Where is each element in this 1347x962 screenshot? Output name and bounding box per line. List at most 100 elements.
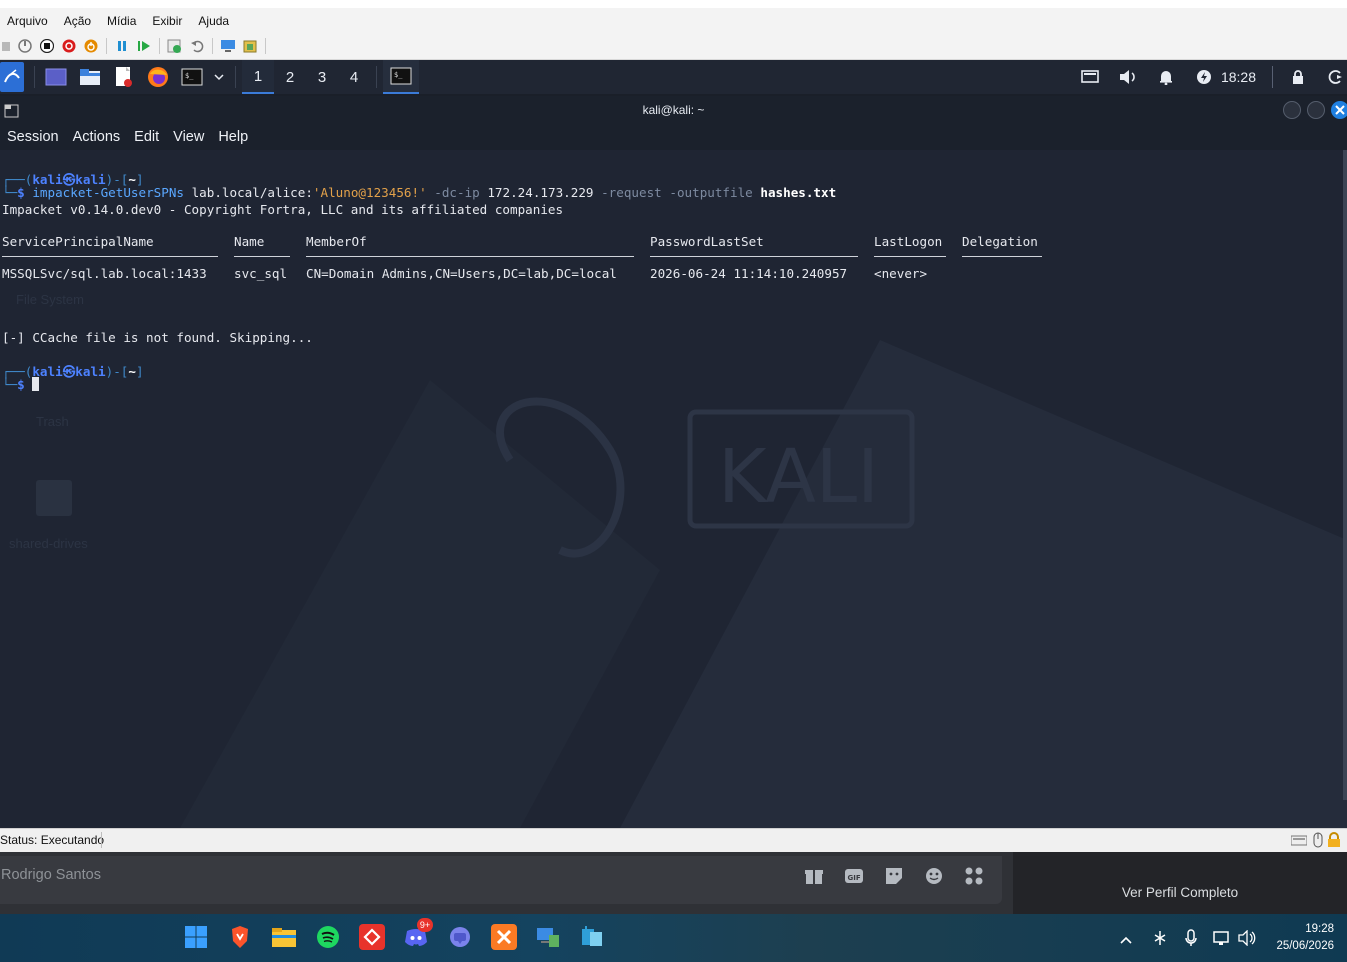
hyperv-manager-icon[interactable] [535, 924, 561, 950]
active-prompt[interactable]: └─$ [2, 377, 40, 392]
discord-badge: 9+ [417, 918, 433, 932]
menu-view[interactable]: View [166, 129, 211, 145]
host-menu-arquivo[interactable]: Arquivo [0, 14, 56, 28]
chevron-down-icon[interactable] [213, 66, 225, 88]
revert-icon[interactable] [188, 37, 206, 55]
logout-icon[interactable] [1325, 66, 1347, 88]
microphone-icon[interactable] [1184, 929, 1198, 951]
windows-taskbar: 9+ 19:28 25/06/2026 [0, 914, 1347, 962]
text-editor-icon[interactable] [113, 66, 135, 88]
notifications-icon[interactable] [1155, 66, 1177, 88]
file-manager-icon[interactable] [79, 66, 101, 88]
shutdown-icon[interactable] [82, 37, 100, 55]
terminal-titlebar[interactable]: kali@kali: ~ [0, 96, 1347, 124]
profile-panel: Ver Perfil Completo [1013, 852, 1347, 914]
ctrl-alt-del-icon[interactable] [2, 37, 12, 55]
lock-icon [1327, 832, 1341, 851]
maximize-button[interactable] [1307, 101, 1325, 119]
checkpoint-icon[interactable] [166, 37, 184, 55]
workspace-4[interactable]: 4 [338, 60, 370, 94]
svg-text:$_: $_ [394, 71, 403, 79]
keyboard-icon [1290, 834, 1308, 849]
sticker-icon[interactable] [884, 866, 904, 890]
vm-host-titlebar [0, 0, 1347, 8]
terminal-task-icon[interactable]: $_ [383, 60, 419, 94]
teams-icon[interactable] [447, 924, 473, 950]
show-hidden-icons-icon[interactable] [1119, 930, 1133, 949]
network-icon[interactable] [1213, 930, 1231, 950]
lock-screen-icon[interactable] [1287, 66, 1309, 88]
file-explorer-icon[interactable] [271, 924, 297, 950]
volume-icon[interactable] [1117, 66, 1139, 88]
brave-icon[interactable] [227, 924, 253, 950]
svg-text:$_: $_ [185, 72, 194, 80]
workspace-3[interactable]: 3 [306, 60, 338, 94]
menu-actions[interactable]: Actions [66, 129, 128, 145]
xampp-icon[interactable] [491, 924, 517, 950]
close-button[interactable] [1331, 101, 1347, 119]
vm-connection-icon[interactable] [579, 924, 605, 950]
table-cell: 2026-06-24 11:14:10.240957 [650, 266, 848, 281]
speaker-icon[interactable] [1238, 929, 1256, 950]
terminal-scrollbar[interactable] [1343, 150, 1347, 800]
impacket-banner: Impacket v0.14.0.dev0 - Copyright Fortra… [2, 202, 564, 217]
host-menu-midia[interactable]: Mídia [99, 14, 144, 28]
vm-status-text: Status: Executando [0, 833, 105, 847]
kali-wallpaper: KALI File System Trash shared-drives [9, 292, 1347, 828]
kali-top-panel: $_ 1 2 3 4 $_ 18:28 [0, 60, 1347, 94]
mouse-icon [1313, 832, 1323, 851]
firefox-icon[interactable] [147, 66, 169, 88]
message-input[interactable]: Rodrigo Santos GIF [0, 856, 1002, 904]
kali-menu-icon[interactable] [0, 62, 24, 92]
taskbar-date[interactable]: 25/06/2026 [1262, 940, 1334, 952]
table-header: PasswordLastSet [650, 234, 764, 249]
desktop-label-shared-drives: shared-drives [9, 536, 88, 551]
table-cell: <never> [874, 266, 928, 281]
table-divider [962, 256, 1042, 257]
table-divider [874, 256, 946, 257]
menu-help[interactable]: Help [211, 129, 255, 145]
spotify-icon[interactable] [315, 924, 341, 950]
workspace-1[interactable]: 1 [242, 60, 274, 94]
minimize-button[interactable] [1283, 101, 1301, 119]
apps-icon[interactable] [964, 866, 984, 890]
discord-icon[interactable]: 9+ [403, 918, 433, 950]
table-divider [306, 256, 634, 257]
table-cell: CN=Domain Admins,CN=Users,DC=lab,DC=loca… [306, 266, 617, 281]
start-icon[interactable] [16, 37, 34, 55]
share-icon[interactable] [241, 37, 259, 55]
pause-icon[interactable] [113, 37, 131, 55]
power-manager-icon[interactable] [1193, 66, 1215, 88]
stop-icon[interactable] [38, 37, 56, 55]
desktop-label-trash: Trash [36, 414, 69, 429]
turn-off-icon[interactable] [60, 37, 78, 55]
enhanced-session-icon[interactable] [219, 37, 237, 55]
terminal-output[interactable]: KALI File System Trash shared-drives ┌──… [0, 150, 1347, 828]
anydesk-icon[interactable] [359, 924, 385, 950]
terminal-launcher-icon[interactable]: $_ [181, 66, 203, 88]
windows-start-icon[interactable] [183, 924, 209, 950]
panel-clock[interactable]: 18:28 [1221, 69, 1256, 85]
table-header: Name [234, 234, 265, 249]
table-cell: MSSQLSvc/sql.lab.local:1433 [2, 266, 207, 281]
vm-host-window: Arquivo Ação Mídia Exibir Ajuda [0, 0, 1347, 60]
close-icon [1335, 105, 1345, 115]
table-header: Delegation [962, 234, 1038, 249]
host-menu-acao[interactable]: Ação [56, 14, 99, 28]
resume-icon[interactable] [135, 37, 153, 55]
menu-session[interactable]: Session [0, 129, 66, 145]
host-menu-exibir[interactable]: Exibir [144, 14, 190, 28]
menu-edit[interactable]: Edit [127, 129, 166, 145]
taskbar-time[interactable]: 19:28 [1262, 923, 1334, 935]
ccache-message: [-] CCache file is not found. Skipping..… [2, 330, 313, 345]
show-desktop-icon[interactable] [45, 66, 67, 88]
workspace-2[interactable]: 2 [274, 60, 306, 94]
view-full-profile-button[interactable]: Ver Perfil Completo [1013, 885, 1347, 900]
table-header: MemberOf [306, 234, 367, 249]
gift-icon[interactable] [804, 866, 824, 890]
tray-app-icon[interactable] [1152, 930, 1168, 950]
display-icon[interactable] [1079, 66, 1101, 88]
emoji-icon[interactable] [924, 866, 944, 890]
gif-icon[interactable]: GIF [844, 866, 864, 890]
host-menu-ajuda[interactable]: Ajuda [190, 14, 237, 28]
